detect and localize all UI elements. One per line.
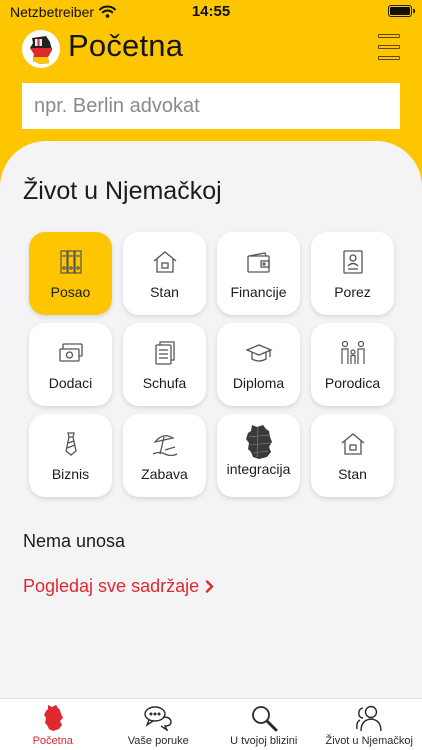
people-icon xyxy=(354,703,384,733)
see-all-link[interactable]: Pogledaj sve sadržaje xyxy=(23,576,214,597)
tab-bar: Početna Vaše poruke U tvojoj blizini Živ… xyxy=(0,698,422,750)
category-label: Financije xyxy=(230,284,287,300)
category-label: Stan xyxy=(338,466,367,482)
money-icon xyxy=(58,340,84,366)
category-label: Posao xyxy=(50,284,91,300)
house-icon xyxy=(340,431,366,457)
category-label: Schufa xyxy=(142,375,187,391)
category-tile-integracija[interactable]: integracija xyxy=(217,414,300,497)
category-tile-dodaci[interactable]: Dodaci xyxy=(29,323,112,406)
binders-icon xyxy=(58,249,84,275)
magnifier-icon xyxy=(250,703,278,733)
family-icon xyxy=(339,340,367,366)
tab-label: U tvojoj blizini xyxy=(230,735,298,747)
main-content: Život u Njemačkoj Posao Stan Financije P… xyxy=(0,141,422,701)
tab-label: Vaše poruke xyxy=(127,735,189,747)
tab-label: Život u Njemačkoj xyxy=(325,735,413,747)
see-all-label: Pogledaj sve sadržaje xyxy=(23,576,200,596)
status-bar: Netzbetreiber 14:55 xyxy=(0,0,422,24)
page-title: Početna xyxy=(68,28,184,63)
category-label: Porodica xyxy=(324,375,381,391)
search-input[interactable] xyxy=(22,83,400,129)
category-label: Diploma xyxy=(232,375,285,391)
category-tile-biznis[interactable]: Biznis xyxy=(29,414,112,497)
category-label: Porez xyxy=(334,284,371,300)
tie-icon xyxy=(63,431,79,457)
category-tile-porodica[interactable]: Porodica xyxy=(311,323,394,406)
tax-document-icon xyxy=(341,249,365,275)
tab-messages[interactable]: Vaše poruke xyxy=(106,699,212,750)
tab-label: Početna xyxy=(32,735,73,747)
beach-icon xyxy=(151,431,179,457)
battery-icon xyxy=(388,5,415,17)
category-label: Zabava xyxy=(141,466,188,482)
category-tile-schufa[interactable]: Schufa xyxy=(123,323,206,406)
category-tile-diploma[interactable]: Diploma xyxy=(217,323,300,406)
category-tile-zabava[interactable]: Zabava xyxy=(123,414,206,497)
empty-state-text: Nema unosa xyxy=(23,531,126,551)
wallet-icon xyxy=(246,249,272,275)
category-tile-stan[interactable]: Stan xyxy=(123,232,206,315)
category-tile-stan-2[interactable]: Stan xyxy=(311,414,394,497)
tab-home[interactable]: Početna xyxy=(0,699,106,750)
tab-nearby[interactable]: U tvojoj blizini xyxy=(211,699,317,750)
category-tile-posao[interactable]: Posao xyxy=(29,232,112,315)
menu-icon-bar xyxy=(378,45,400,49)
chevron-right-icon xyxy=(205,580,214,593)
tab-life-in-germany[interactable]: Život u Njemačkoj xyxy=(317,699,422,750)
house-icon xyxy=(152,249,178,275)
status-time: 14:55 xyxy=(191,3,231,20)
app-logo xyxy=(22,30,60,68)
category-tile-financije[interactable]: Financije xyxy=(217,232,300,315)
menu-icon-bar xyxy=(378,34,400,38)
graduation-cap-icon xyxy=(244,340,273,366)
chat-bubbles-icon xyxy=(143,703,173,733)
documents-icon xyxy=(153,340,177,366)
category-label: Stan xyxy=(150,284,179,300)
category-label: Dodaci xyxy=(48,375,93,391)
germany-map-icon xyxy=(42,703,64,733)
menu-icon-bar xyxy=(378,56,400,60)
section-title: Život u Njemačkoj xyxy=(23,177,222,205)
category-label: Biznis xyxy=(51,466,90,482)
category-label: integracija xyxy=(226,461,291,477)
germany-map-icon xyxy=(243,424,275,460)
menu-button[interactable] xyxy=(378,34,400,60)
category-tile-porez[interactable]: Porez xyxy=(311,232,394,315)
